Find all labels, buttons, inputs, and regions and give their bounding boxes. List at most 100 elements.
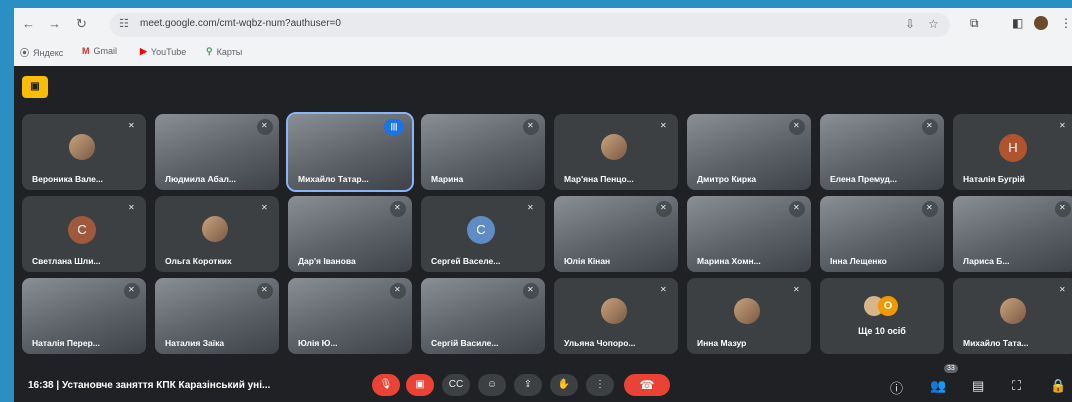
mic-muted-icon: ✕ (922, 201, 938, 217)
participant-tile[interactable]: С ✕ Сергей Васеле... (421, 196, 545, 272)
clock-time: 16:38 (28, 380, 54, 391)
participant-tile[interactable]: Н ✕ Наталія Бугрій (953, 114, 1072, 190)
mic-off-glyph: ✕ (1059, 121, 1066, 130)
bookmark-maps[interactable]: ⚲ Карты (206, 46, 242, 57)
participant-tile[interactable]: ✕ Юлія Кінан (554, 196, 678, 272)
mic-off-glyph: ✕ (128, 285, 135, 294)
captions-button[interactable]: CC (442, 374, 470, 396)
participant-name: Сергій Василе... (431, 338, 499, 348)
participant-tile[interactable]: ✕ Михайло Тата... (953, 278, 1072, 354)
raise-hand-button[interactable]: ✋ (550, 374, 578, 396)
bookmark-yandex[interactable]: ⦿ Яндекс (20, 46, 63, 59)
mic-off-glyph: ✕ (926, 203, 933, 212)
end-call-button[interactable]: ☎ (624, 374, 670, 396)
participant-tile[interactable]: ✕ Мар'яна Пенцо... (554, 114, 678, 190)
mic-off-glyph: ✕ (793, 121, 800, 130)
back-icon[interactable]: ← (22, 16, 35, 31)
participant-tile[interactable]: ✕ Инна Мазур (687, 278, 811, 354)
info-icon[interactable]: ⓘ (890, 378, 903, 397)
participant-avatar (601, 134, 627, 160)
bookmark-star-icon[interactable]: ☆ (928, 17, 939, 31)
bookmark-gmail[interactable]: M Gmail (82, 46, 117, 56)
meeting-badge-icon[interactable]: ▣ (22, 76, 48, 98)
participant-tile[interactable]: ✕ Лариса Б... (953, 196, 1072, 272)
emoji-button[interactable]: ☺ (478, 374, 506, 396)
speaking-indicator-icon: ||| (384, 119, 404, 135)
mic-muted-icon: ✕ (1055, 201, 1071, 217)
bookmarks-bar: ⦿ Яндекс M Gmail ▶ YouTube ⚲ Карты (14, 42, 1072, 62)
participant-tile[interactable]: ✕ Сергій Василе... (421, 278, 545, 354)
chat-icon[interactable]: ▤ (972, 378, 984, 394)
participant-tile[interactable]: ✕ Марина (421, 114, 545, 190)
mic-muted-icon: ✕ (124, 119, 140, 135)
download-icon[interactable]: ⇩ (905, 17, 915, 31)
participant-name: Дмитро Кирка (697, 174, 757, 184)
mic-muted-icon: ✕ (257, 283, 273, 299)
mic-muted-icon: ✕ (656, 283, 672, 299)
url-text[interactable]: meet.google.com/cmt-wqbz-num?authuser=0 (140, 18, 341, 29)
participant-avatar: С (467, 216, 495, 244)
participant-tile[interactable]: О Ще 10 осіб (820, 278, 944, 354)
mic-off-glyph: ✕ (394, 285, 401, 294)
participant-tile[interactable]: ✕ Наталія Перер... (22, 278, 146, 354)
address-bar[interactable]: ☷ meet.google.com/cmt-wqbz-num?authuser=… (110, 13, 950, 37)
mic-off-glyph: ✕ (793, 285, 800, 294)
camera-off-button[interactable]: ▣ (406, 374, 434, 396)
mic-off-glyph: ✕ (261, 285, 268, 294)
participant-name: Ольга Коротких (165, 256, 232, 266)
participant-tile[interactable]: С ✕ Светлана Шли... (22, 196, 146, 272)
participant-name: Наталія Бугрій (963, 174, 1025, 184)
sidepanel-icon[interactable]: ◧ (1012, 16, 1023, 30)
participant-tile[interactable]: ✕ Наталия Заїка (155, 278, 279, 354)
mic-muted-icon: ✕ (124, 283, 140, 299)
participant-tile[interactable]: ✕ Марина Хомн... (687, 196, 811, 272)
participant-tile[interactable]: ✕ Інна Лещенко (820, 196, 944, 272)
profile-avatar[interactable] (1034, 16, 1048, 30)
participant-tile[interactable]: ✕ Елена Премуд... (820, 114, 944, 190)
maps-icon: ⚲ (206, 46, 213, 56)
participant-tile[interactable]: ✕ Юлія Ю... (288, 278, 412, 354)
mic-off-glyph: ✕ (128, 203, 135, 212)
mic-muted-icon: ✕ (922, 119, 938, 135)
mic-off-glyph: ✕ (660, 121, 667, 130)
participant-avatar (202, 216, 228, 242)
mic-muted-icon: ✕ (390, 283, 406, 299)
people-icon[interactable]: 👥 (930, 378, 946, 394)
participant-name: Юлія Ю... (298, 338, 338, 348)
bookmark-youtube[interactable]: ▶ YouTube (140, 46, 186, 57)
participant-name: Марина (431, 174, 464, 184)
participant-tile[interactable]: ✕ Людмила Абал... (155, 114, 279, 190)
host-controls-icon[interactable]: 🔒 (1050, 378, 1066, 394)
mic-muted-icon: ✕ (257, 119, 273, 135)
activities-icon[interactable]: ⛶ (1012, 378, 1021, 394)
meeting-title: Установче заняття КПК Каразінський уні..… (61, 380, 271, 391)
reload-icon[interactable]: ↻ (76, 16, 87, 32)
mic-off-glyph: ✕ (394, 203, 401, 212)
mic-muted-icon: ✕ (390, 201, 406, 217)
present-button[interactable]: ⇪ (514, 374, 542, 396)
participant-avatar: Н (999, 134, 1027, 162)
participant-tile[interactable]: ||| Михайло Татар... (286, 112, 414, 192)
mic-muted-icon: ✕ (789, 119, 805, 135)
participant-tile[interactable]: ✕ Ольга Коротких (155, 196, 279, 272)
participant-tile[interactable]: ✕ Дар'я Іванова (288, 196, 412, 272)
participant-name: Марина Хомн... (697, 256, 761, 266)
participant-name: Сергей Васеле... (431, 256, 501, 266)
forward-icon[interactable]: → (48, 16, 61, 31)
participant-tile[interactable]: ✕ Ульяна Чопоро... (554, 278, 678, 354)
extensions-icon[interactable]: ⧉ (970, 16, 979, 31)
participant-avatar (734, 298, 760, 324)
participant-name: Людмила Абал... (165, 174, 236, 184)
mic-off-button[interactable]: 🎙 (372, 374, 400, 396)
participant-name: Инна Мазур (697, 338, 747, 348)
participant-tile[interactable]: ✕ Вероника Вале... (22, 114, 146, 190)
more-options-button[interactable]: ⋮ (586, 374, 614, 396)
participant-name: Ульяна Чопоро... (564, 338, 636, 348)
site-info-icon[interactable]: ☷ (119, 17, 129, 30)
participant-avatar (601, 298, 627, 324)
mic-muted-icon: ✕ (523, 201, 539, 217)
meeting-info: 16:38 | Установче заняття КПК Каразінськ… (28, 380, 271, 391)
menu-icon[interactable]: ⋮ (1060, 16, 1072, 30)
participant-name: Елена Премуд... (830, 174, 897, 184)
participant-tile[interactable]: ✕ Дмитро Кирка (687, 114, 811, 190)
